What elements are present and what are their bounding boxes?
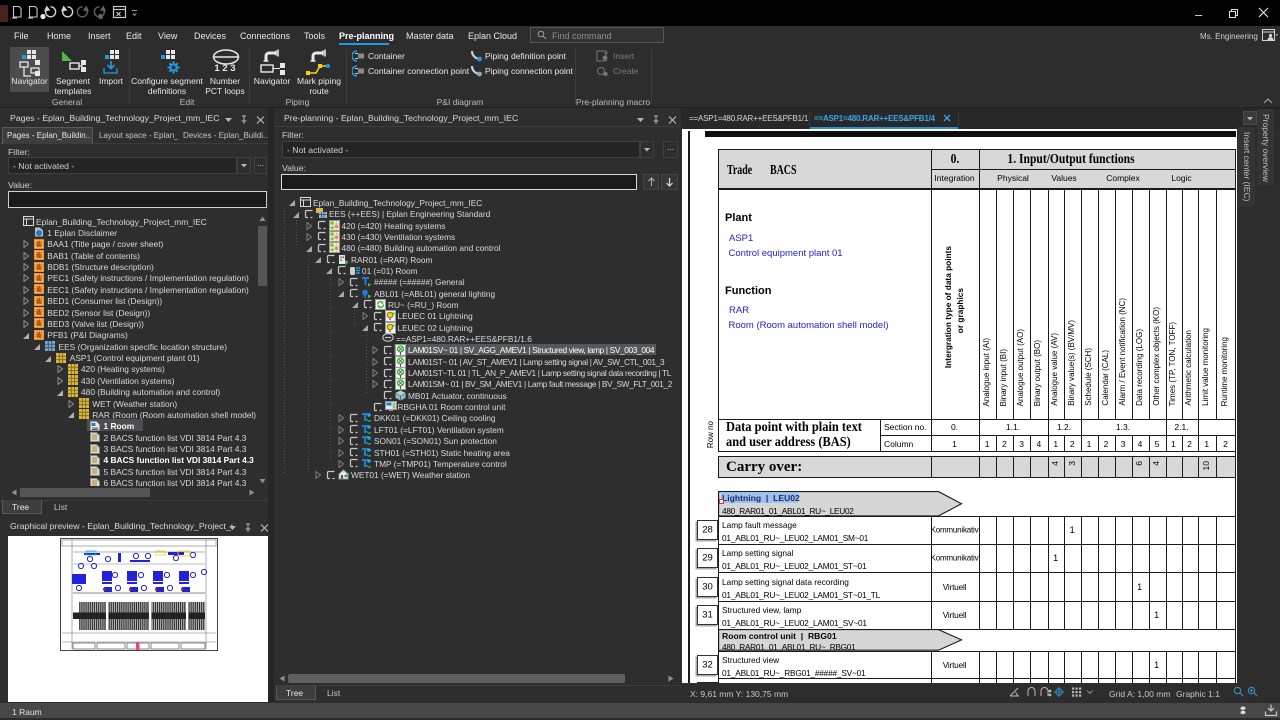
svg-text:&: & [36, 275, 41, 282]
svg-text:&: & [36, 264, 41, 271]
svg-text:&: & [36, 310, 41, 317]
svg-text:&: & [36, 332, 41, 339]
svg-text:&: & [36, 321, 41, 328]
svg-text:&: & [36, 298, 41, 305]
svg-text:&: & [36, 241, 41, 248]
svg-text:&: & [36, 287, 41, 294]
svg-text:&: & [36, 253, 41, 260]
